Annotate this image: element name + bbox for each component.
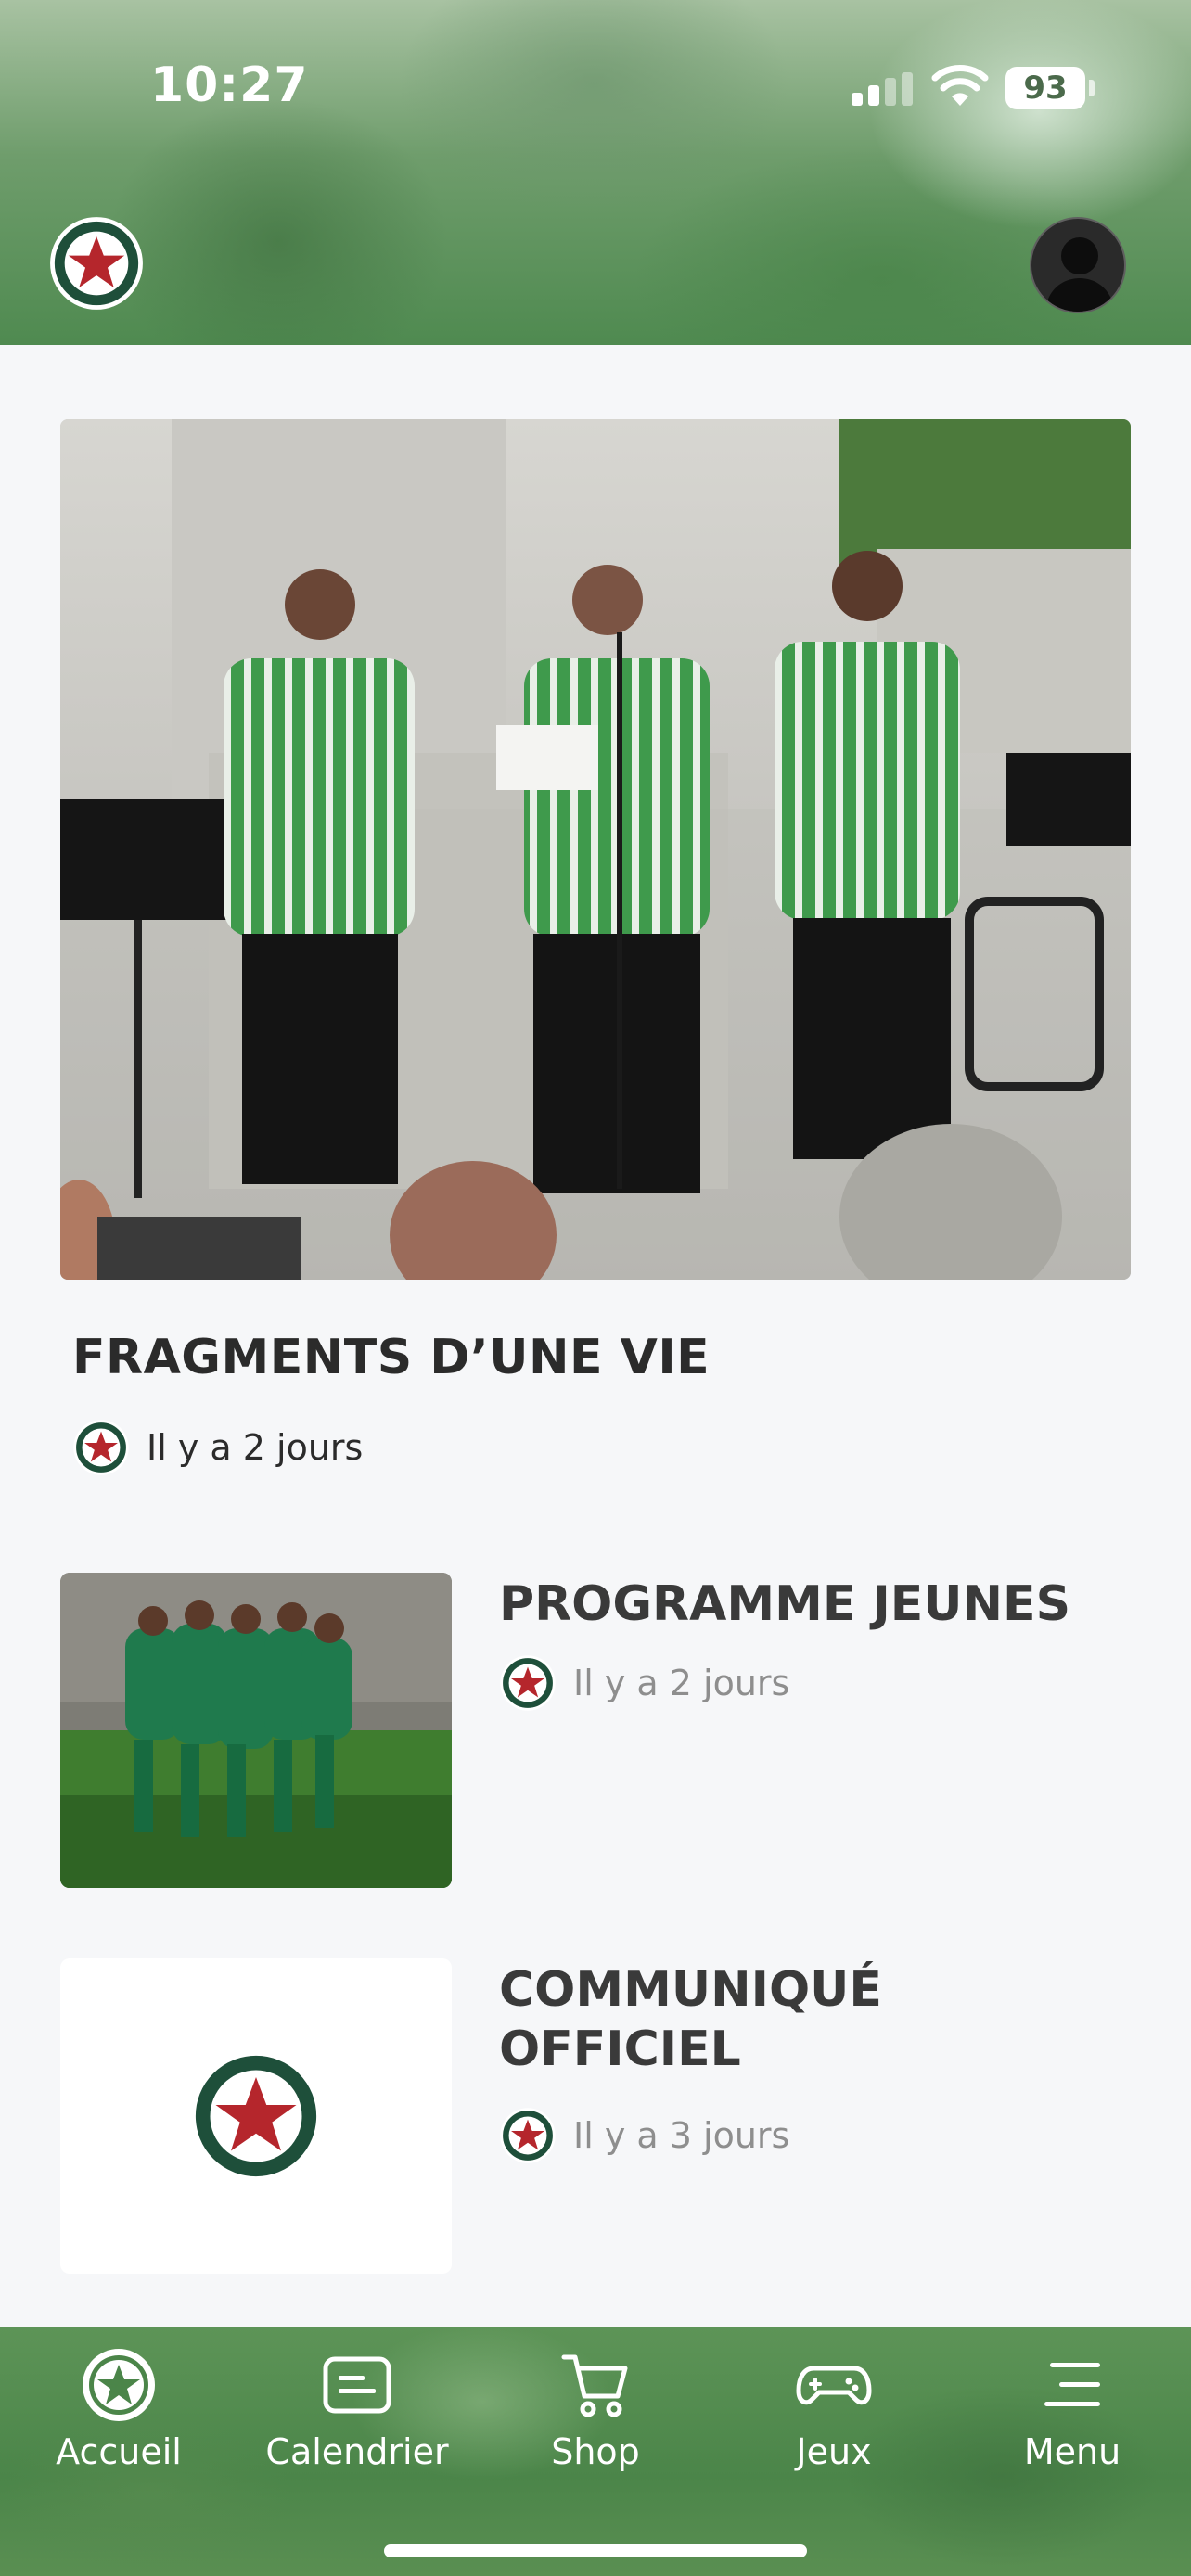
club-logo-small — [499, 1654, 557, 1712]
tab-calendrier[interactable]: Calendrier — [250, 2346, 464, 2485]
club-logo-small — [72, 1419, 130, 1476]
home-star-icon — [83, 2349, 155, 2421]
app-header: 10:27 93 — [0, 0, 1191, 345]
wifi-icon — [931, 65, 989, 106]
menu-icon — [1044, 2363, 1100, 2406]
club-logo[interactable] — [48, 215, 145, 312]
featured-article-image[interactable] — [60, 419, 1131, 1280]
featured-article-title[interactable]: FRAGMENTS D’UNE VIE — [72, 1330, 710, 1385]
team-huddle-photo — [60, 1573, 452, 1888]
tab-label: Menu — [1023, 2431, 1121, 2472]
battery-tip — [1089, 80, 1095, 96]
club-logo-large — [186, 2047, 326, 2186]
profile-avatar-button[interactable] — [1030, 217, 1126, 313]
article-time-ago: Il y a 3 jours — [573, 2115, 790, 2156]
tab-shop[interactable]: Shop — [489, 2346, 702, 2485]
club-logo-small — [499, 2107, 557, 2164]
user-silhouette-icon — [1044, 237, 1115, 312]
article-meta-programme-jeunes: Il y a 2 jours — [499, 1654, 789, 1712]
tab-label: Calendrier — [265, 2431, 449, 2472]
status-time: 10:27 — [150, 57, 309, 113]
article-title-communique[interactable]: COMMUNIQUÉ OFFICIEL — [499, 1960, 1111, 2079]
article-title-programme-jeunes[interactable]: PROGRAMME JEUNES — [499, 1575, 1111, 1634]
tab-label: Accueil — [56, 2431, 182, 2472]
article-thumbnail-communique[interactable] — [60, 1958, 452, 2274]
cellular-signal-icon — [852, 72, 918, 106]
featured-article-meta: Il y a 2 jours — [72, 1419, 363, 1476]
bottom-tab-bar: Accueil Calendrier Shop Jeux Menu — [0, 2327, 1191, 2576]
tab-accueil[interactable]: Accueil — [12, 2346, 225, 2485]
cart-icon — [561, 2354, 628, 2417]
article-thumbnail-programme-jeunes[interactable] — [60, 1573, 452, 1888]
tab-label: Jeux — [796, 2431, 872, 2472]
calendar-icon — [323, 2356, 391, 2414]
article-time-ago: Il y a 2 jours — [573, 1663, 790, 1703]
tab-jeux[interactable]: Jeux — [727, 2346, 941, 2485]
tab-menu[interactable]: Menu — [966, 2346, 1179, 2485]
featured-time-ago: Il y a 2 jours — [147, 1427, 364, 1468]
article-meta-communique: Il y a 3 jours — [499, 2107, 789, 2164]
battery-indicator: 93 — [1005, 67, 1085, 109]
home-indicator[interactable] — [384, 2544, 807, 2557]
gamepad-icon — [796, 2366, 872, 2405]
featured-photo — [60, 419, 1131, 1280]
tab-label: Shop — [551, 2431, 640, 2472]
